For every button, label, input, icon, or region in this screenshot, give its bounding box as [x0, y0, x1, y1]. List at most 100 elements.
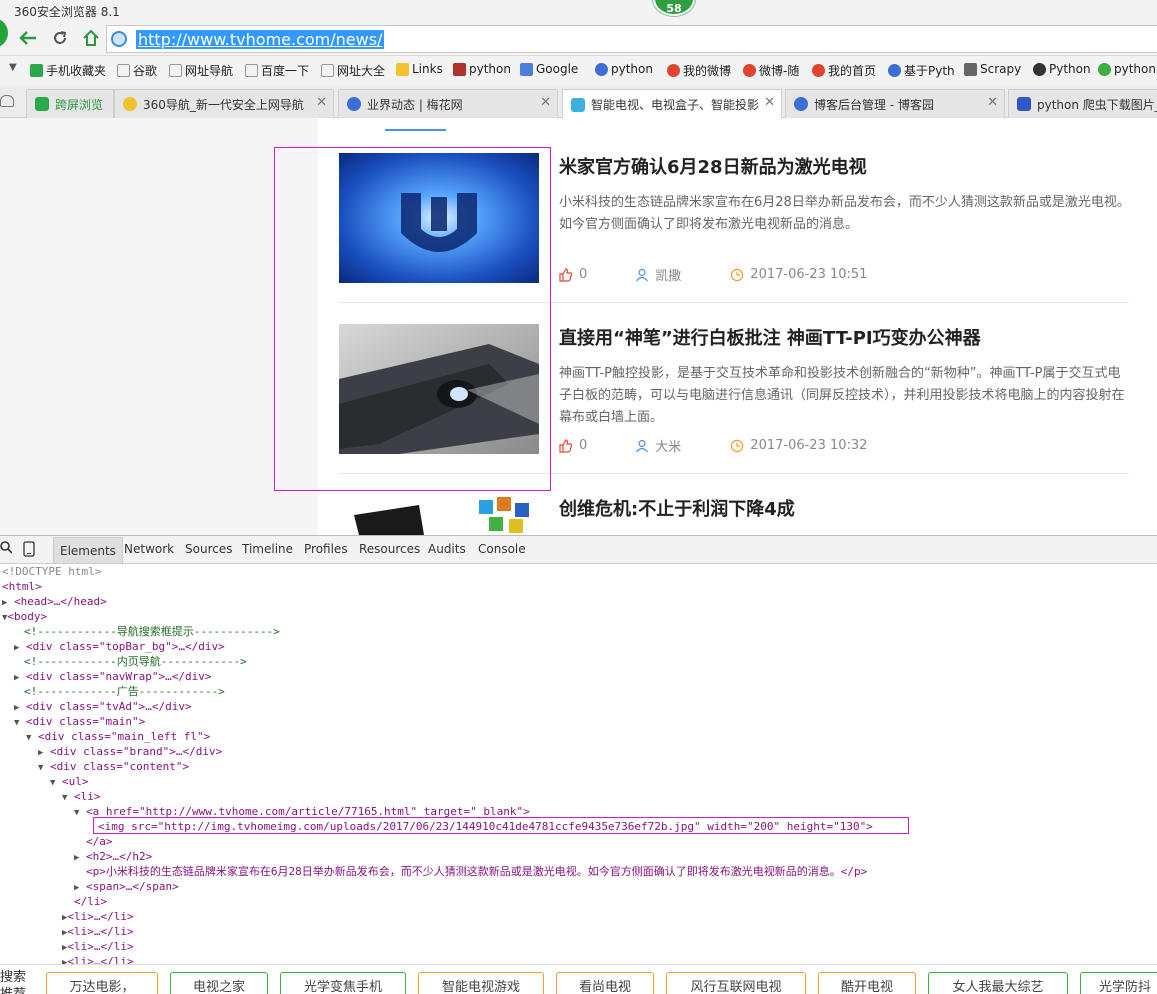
bookmark-item[interactable]: 百度一下 — [245, 62, 309, 79]
tab-network[interactable]: Network — [124, 542, 174, 556]
weibo-icon — [812, 64, 825, 77]
bookmark-item[interactable]: python — [1098, 62, 1156, 76]
bookmark-item[interactable]: python — [595, 62, 653, 76]
close-icon[interactable]: ✕ — [987, 95, 998, 110]
tvhome-icon — [571, 97, 585, 112]
tab-360-nav[interactable]: 360导航_新一代安全上网导航 ✕ — [114, 89, 334, 118]
home-icon[interactable] — [80, 27, 102, 49]
paw-icon — [595, 62, 608, 76]
thumbs-up-icon[interactable] — [559, 438, 573, 453]
devtools-panel: Elements Network Sources Timeline Profil… — [0, 535, 1157, 965]
dom-comment[interactable]: <!------------广告------------> — [24, 684, 225, 699]
bookmark-item[interactable]: Google — [520, 62, 578, 76]
tab-resources[interactable]: Resources — [359, 542, 420, 556]
article-title[interactable]: 创维危机:不止于利润下降4成 — [559, 495, 795, 521]
notification-badge[interactable]: 58 — [653, 0, 695, 16]
expand-icon[interactable]: ▶ — [38, 748, 43, 758]
collapse-icon[interactable]: ▼ — [26, 733, 31, 743]
expand-icon[interactable]: ▶ — [74, 853, 79, 863]
device-icon[interactable] — [23, 541, 35, 560]
tab-meihua[interactable]: 业界动态 | 梅花网 ✕ — [338, 89, 558, 118]
dom-node[interactable]: <!DOCTYPE html> — [2, 564, 101, 579]
close-icon[interactable]: ✕ — [316, 95, 327, 110]
bookmark-item[interactable]: 手机收藏夹 — [30, 62, 106, 79]
expand-icon[interactable]: ▶ — [14, 703, 19, 713]
browser-logo-icon[interactable] — [0, 18, 8, 48]
tab-python-crawler[interactable]: python 爬虫下载图片_ — [1008, 89, 1157, 118]
article-author[interactable]: 大米 — [655, 436, 681, 455]
expand-icon[interactable]: ▶ — [14, 673, 19, 683]
collapse-icon[interactable]: ▼ — [14, 718, 19, 728]
tab-audits[interactable]: Audits — [428, 542, 466, 556]
expand-icon[interactable]: ▶ — [74, 883, 79, 893]
collapse-icon[interactable]: ▼ — [50, 778, 55, 788]
dom-node[interactable]: </li> — [74, 894, 107, 909]
bookmark-item[interactable]: 我的微博 — [667, 62, 731, 79]
article-thumbnail[interactable] — [339, 495, 539, 535]
tab-sources[interactable]: Sources — [185, 542, 232, 556]
back-icon[interactable] — [17, 27, 39, 49]
tab-profiles[interactable]: Profiles — [304, 542, 348, 556]
recommend-chip[interactable]: 电视之家 — [170, 972, 268, 994]
thumbs-up-icon[interactable] — [559, 267, 573, 282]
user-icon — [635, 268, 649, 282]
expand-icon[interactable]: ▶ — [14, 643, 19, 653]
dom-node[interactable]: <p>小米科技的生态链品牌米家宣布在6月28日举办新品发布会，而不少人猜测这款新… — [86, 864, 867, 879]
recommend-chip[interactable]: 风行互联网电视 — [666, 972, 806, 994]
tab-console[interactable]: Console — [478, 542, 526, 556]
bookmark-item[interactable]: Scrapy — [964, 62, 1021, 76]
close-icon[interactable]: ✕ — [540, 95, 551, 110]
tab-tvhome[interactable]: 智能电视、电视盒子、智能投影 ✕ — [562, 89, 782, 119]
bookmark-item[interactable]: 谷歌 — [117, 62, 157, 79]
phone-icon — [30, 64, 43, 77]
collapse-icon[interactable]: ▼ — [62, 793, 67, 803]
clock-icon — [730, 268, 744, 282]
recommend-chip[interactable]: 光学变焦手机 — [280, 972, 406, 994]
refresh-icon[interactable] — [49, 27, 71, 49]
bookmark-item[interactable]: 基于Pyth — [888, 62, 955, 79]
article-summary: 神画TT-P触控投影，是基于交互技术革命和投影技术创新融合的“新物种”。神画TT… — [559, 366, 1125, 425]
user-icon — [635, 439, 649, 453]
tab-cross-screen[interactable]: 跨屏浏览 — [26, 89, 114, 118]
url-text[interactable]: http://www.tvhome.com/news/ — [136, 30, 385, 49]
tab-elements[interactable]: Elements — [53, 537, 123, 563]
cloud-icon[interactable] — [0, 95, 14, 107]
article-thumbnail[interactable] — [339, 324, 539, 454]
recommend-chip[interactable]: 光学防抖 — [1080, 972, 1157, 994]
bookmark-item[interactable]: 我的首页 — [812, 62, 876, 79]
collapse-icon[interactable]: ▼ — [38, 763, 43, 773]
bookmark-item[interactable]: Python — [1033, 62, 1091, 76]
list-item: 直接用“神笔”进行白板批注 神画TT-PI巧变办公神器 神画TT-P触控投影，是… — [339, 324, 1129, 474]
collapse-icon[interactable]: ▼ — [74, 808, 79, 818]
bookmark-item[interactable]: 网址导航 — [169, 62, 233, 79]
dom-node[interactable]: </a> — [86, 834, 113, 849]
expand-icon[interactable]: ▶ — [2, 598, 7, 608]
dom-comment[interactable]: <!------------内页导航------------> — [24, 654, 247, 669]
article-author[interactable]: 凯撒 — [655, 265, 681, 284]
tab-cnblogs[interactable]: 博客后台管理 - 博客园 ✕ — [785, 89, 1005, 118]
bookmark-item[interactable]: Links — [396, 62, 443, 76]
article-title[interactable]: 直接用“神笔”进行白板批注 神画TT-PI巧变办公神器 — [559, 324, 981, 350]
clock-icon — [730, 439, 744, 453]
recommend-chip[interactable]: 女人我最大综艺 — [928, 972, 1068, 994]
active-nav-underline — [385, 118, 446, 131]
selected-node-outline — [93, 817, 909, 834]
close-icon[interactable]: ✕ — [764, 95, 775, 110]
recommend-chip[interactable]: 智能电视游戏 — [418, 972, 544, 994]
dom-comment[interactable]: <!------------导航搜索框提示------------> — [24, 624, 280, 639]
search-icon[interactable] — [0, 541, 13, 558]
recommend-chip[interactable]: 酷开电视 — [818, 972, 916, 994]
dom-node[interactable]: <html> — [2, 579, 42, 594]
article-thumbnail[interactable] — [339, 153, 539, 283]
recommend-chip[interactable]: 看尚电视 — [556, 972, 654, 994]
article-date: 2017-06-23 10:51 — [750, 267, 868, 282]
chevron-down-icon[interactable]: ▼ — [9, 62, 17, 73]
url-input[interactable]: http://www.tvhome.com/news/ — [106, 25, 1157, 53]
bookmark-item[interactable]: 网址大全 — [321, 62, 385, 79]
tab-timeline[interactable]: Timeline — [242, 542, 293, 556]
bookmark-item[interactable]: python — [453, 62, 511, 76]
page-icon — [321, 64, 334, 77]
article-title[interactable]: 米家官方确认6月28日新品为激光电视 — [559, 153, 867, 179]
recommend-chip[interactable]: 万达电影， — [46, 972, 158, 994]
bookmark-item[interactable]: 微博-随 — [743, 62, 799, 79]
